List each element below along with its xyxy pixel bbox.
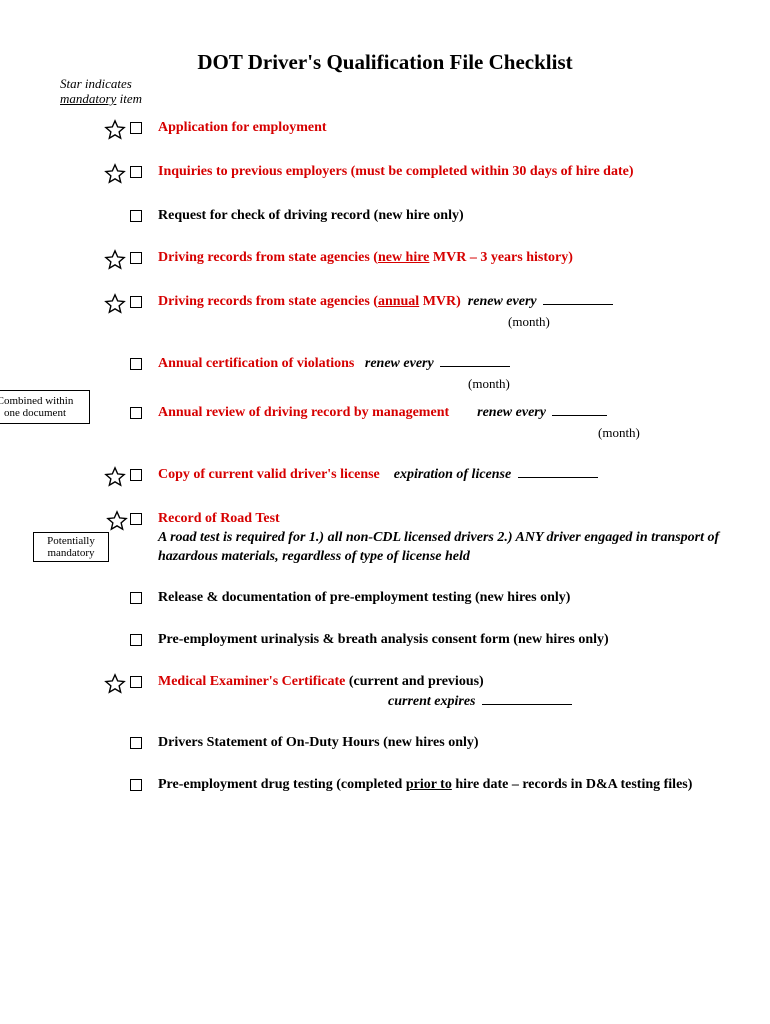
item-request: Request for check of driving record (new… <box>40 207 730 227</box>
blank-field[interactable] <box>482 704 572 705</box>
item-label: Medical Examiner's Certificate (current … <box>158 673 730 712</box>
checkbox[interactable] <box>130 407 142 419</box>
item-label: Release & documentation of pre-employmen… <box>158 590 570 605</box>
star-icon <box>104 293 126 315</box>
blank-field[interactable] <box>440 366 510 367</box>
checkbox[interactable] <box>130 469 142 481</box>
item-annual-review: Annual review of driving record by manag… <box>40 404 730 444</box>
item-label: Annual review of driving record by manag… <box>158 404 730 444</box>
item-inquiries: Inquiries to previous employers (must be… <box>40 163 730 185</box>
checkbox[interactable] <box>130 252 142 264</box>
item-onduty: Drivers Statement of On-Duty Hours (new … <box>40 734 730 754</box>
item-driving-new: Driving records from state agencies (new… <box>40 249 730 271</box>
item-label: Annual certification of violations renew… <box>158 355 730 395</box>
checkbox[interactable] <box>130 296 142 308</box>
item-application: Application for employment <box>40 119 730 141</box>
item-urinalysis: Pre-employment urinalysis & breath analy… <box>40 631 730 651</box>
item-label: Pre-employment drug testing (completed p… <box>158 776 730 795</box>
blank-field[interactable] <box>518 477 598 478</box>
item-label: Application for employment <box>158 120 327 135</box>
item-label: Drivers Statement of On-Duty Hours (new … <box>158 735 479 750</box>
star-icon <box>104 119 126 141</box>
star-icon <box>106 510 128 532</box>
blank-field[interactable] <box>552 415 607 416</box>
checkbox[interactable] <box>130 358 142 370</box>
checklist: Application for employment Inquiries to … <box>40 119 730 796</box>
checkbox[interactable] <box>130 592 142 604</box>
item-label: Driving records from state agencies (ann… <box>158 293 730 333</box>
item-release: Release & documentation of pre-employmen… <box>40 589 730 609</box>
checkbox[interactable] <box>130 779 142 791</box>
document-title: DOT Driver's Qualification File Checklis… <box>40 50 730 75</box>
blank-field[interactable] <box>543 304 613 305</box>
checkbox[interactable] <box>130 513 142 525</box>
item-annual-cert: Annual certification of violations renew… <box>40 355 730 395</box>
checkbox[interactable] <box>130 634 142 646</box>
checkbox[interactable] <box>130 737 142 749</box>
item-drug-test: Pre-employment drug testing (completed p… <box>40 776 730 796</box>
star-icon <box>104 673 126 695</box>
item-label: Pre-employment urinalysis & breath analy… <box>158 632 609 647</box>
item-road-test: Record of Road Test A road test is requi… <box>40 510 730 567</box>
checkbox[interactable] <box>130 166 142 178</box>
star-icon <box>104 163 126 185</box>
item-label: Copy of current valid driver's license e… <box>158 466 730 485</box>
star-icon <box>104 249 126 271</box>
item-label: Request for check of driving record (new… <box>158 208 464 223</box>
star-icon <box>104 466 126 488</box>
checkbox[interactable] <box>130 210 142 222</box>
legend-note: Star indicates mandatory item <box>60 77 730 107</box>
checkbox[interactable] <box>130 676 142 688</box>
item-label: Driving records from state agencies (new… <box>158 249 730 268</box>
item-label: Inquiries to previous employers (must be… <box>158 164 633 179</box>
item-driving-annual: Driving records from state agencies (ann… <box>40 293 730 333</box>
checkbox[interactable] <box>130 122 142 134</box>
item-copy-license: Copy of current valid driver's license e… <box>40 466 730 488</box>
item-label: Record of Road Test A road test is requi… <box>158 510 730 567</box>
item-medical: Medical Examiner's Certificate (current … <box>40 673 730 712</box>
